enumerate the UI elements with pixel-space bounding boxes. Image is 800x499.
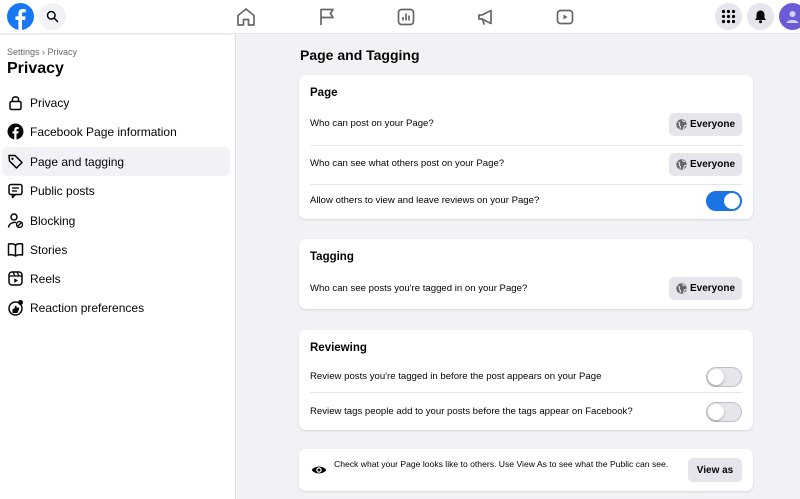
settings-sidebar: Settings › Privacy Privacy Privacy Faceb… bbox=[0, 35, 236, 499]
top-navigation-bar bbox=[0, 0, 800, 34]
sidebar-item-page-and-tagging[interactable]: Page and tagging bbox=[2, 147, 230, 176]
reaction-icon bbox=[7, 299, 24, 316]
view-as-description: Check what your Page looks like to other… bbox=[334, 459, 669, 469]
sidebar-item-label: Facebook Page information bbox=[30, 125, 177, 139]
block-user-icon bbox=[7, 212, 24, 229]
divider bbox=[310, 392, 742, 393]
tagged-posts-audience-button[interactable]: Everyone bbox=[669, 277, 742, 300]
facebook-logo[interactable] bbox=[7, 3, 34, 30]
page-settings-card: Page Who can post on your Page? Everyone… bbox=[299, 75, 753, 219]
setting-label: Who can post on your Page? bbox=[310, 118, 434, 129]
view-as-card: Check what your Page looks like to other… bbox=[299, 449, 753, 491]
sidebar-item-public-posts[interactable]: Public posts bbox=[2, 176, 230, 205]
setting-label: Who can see posts you're tagged in on yo… bbox=[310, 283, 528, 294]
setting-label: Review tags people add to your posts bef… bbox=[310, 406, 633, 417]
sidebar-item-label: Reaction preferences bbox=[30, 301, 145, 315]
who-can-see-others-posts-audience-button[interactable]: Everyone bbox=[669, 153, 742, 176]
view-as-button[interactable]: View as bbox=[688, 458, 742, 482]
menu-button[interactable] bbox=[715, 3, 742, 30]
view-as-button-label: View as bbox=[696, 465, 734, 476]
who-can-post-audience-button[interactable]: Everyone bbox=[669, 113, 742, 136]
section-title: Reviewing bbox=[310, 342, 367, 354]
sidebar-item-reels[interactable]: Reels bbox=[2, 264, 230, 293]
sidebar-title: Privacy bbox=[7, 60, 64, 77]
reels-icon bbox=[7, 270, 24, 287]
sidebar-item-facebook-page-information[interactable]: Facebook Page information bbox=[2, 117, 230, 146]
review-tags-toggle[interactable] bbox=[706, 402, 742, 422]
flag-icon[interactable] bbox=[315, 5, 339, 29]
toggle-knob bbox=[724, 193, 740, 209]
setting-label: Allow others to view and leave reviews o… bbox=[310, 195, 540, 206]
home-icon[interactable] bbox=[234, 5, 258, 29]
sidebar-item-label: Stories bbox=[30, 243, 68, 257]
setting-label: Who can see what others post on your Pag… bbox=[310, 158, 505, 169]
sidebar-item-label: Blocking bbox=[30, 214, 76, 228]
bell-icon bbox=[755, 10, 766, 24]
public-posts-icon bbox=[7, 182, 24, 199]
sidebar-item-label: Page and tagging bbox=[30, 155, 125, 169]
globe-icon bbox=[676, 159, 687, 170]
megaphone-icon[interactable] bbox=[474, 5, 498, 29]
lock-icon bbox=[7, 94, 24, 111]
sidebar-item-stories[interactable]: Stories bbox=[2, 235, 230, 264]
setting-label: Review posts you're tagged in before the… bbox=[310, 371, 602, 382]
sidebar-item-label: Privacy bbox=[30, 96, 70, 110]
tag-icon bbox=[7, 153, 24, 170]
menu-grid-icon bbox=[721, 9, 736, 24]
audience-label: Everyone bbox=[690, 283, 736, 294]
section-title: Page bbox=[310, 87, 338, 99]
tagging-settings-card: Tagging Who can see posts you're tagged … bbox=[299, 239, 753, 309]
sidebar-item-blocking[interactable]: Blocking bbox=[2, 206, 230, 235]
toggle-knob bbox=[708, 404, 724, 420]
audience-label: Everyone bbox=[690, 159, 736, 170]
section-title: Tagging bbox=[310, 251, 354, 263]
video-icon[interactable] bbox=[553, 5, 577, 29]
allow-reviews-toggle[interactable] bbox=[706, 191, 742, 211]
search-button[interactable] bbox=[39, 3, 66, 30]
divider bbox=[310, 145, 742, 146]
sidebar-item-privacy[interactable]: Privacy bbox=[2, 88, 230, 117]
page-title: Page and Tagging bbox=[300, 47, 420, 63]
globe-icon bbox=[676, 119, 687, 130]
book-icon bbox=[7, 241, 24, 258]
reviewing-settings-card: Reviewing Review posts you're tagged in … bbox=[299, 330, 753, 430]
toggle-knob bbox=[708, 369, 724, 385]
breadcrumb[interactable]: Settings › Privacy bbox=[7, 47, 77, 57]
search-icon bbox=[46, 10, 59, 23]
sidebar-item-label: Public posts bbox=[30, 184, 95, 198]
eye-icon bbox=[311, 463, 327, 477]
audience-label: Everyone bbox=[690, 119, 736, 130]
divider bbox=[310, 184, 742, 185]
facebook-circle-icon bbox=[7, 123, 24, 140]
globe-icon bbox=[676, 283, 687, 294]
sidebar-item-label: Reels bbox=[30, 272, 61, 286]
notifications-button[interactable] bbox=[747, 3, 774, 30]
review-tagged-posts-toggle[interactable] bbox=[706, 367, 742, 387]
avatar[interactable] bbox=[779, 3, 800, 30]
sidebar-item-reaction-preferences[interactable]: Reaction preferences bbox=[2, 293, 230, 322]
ads-manager-icon[interactable] bbox=[394, 5, 418, 29]
